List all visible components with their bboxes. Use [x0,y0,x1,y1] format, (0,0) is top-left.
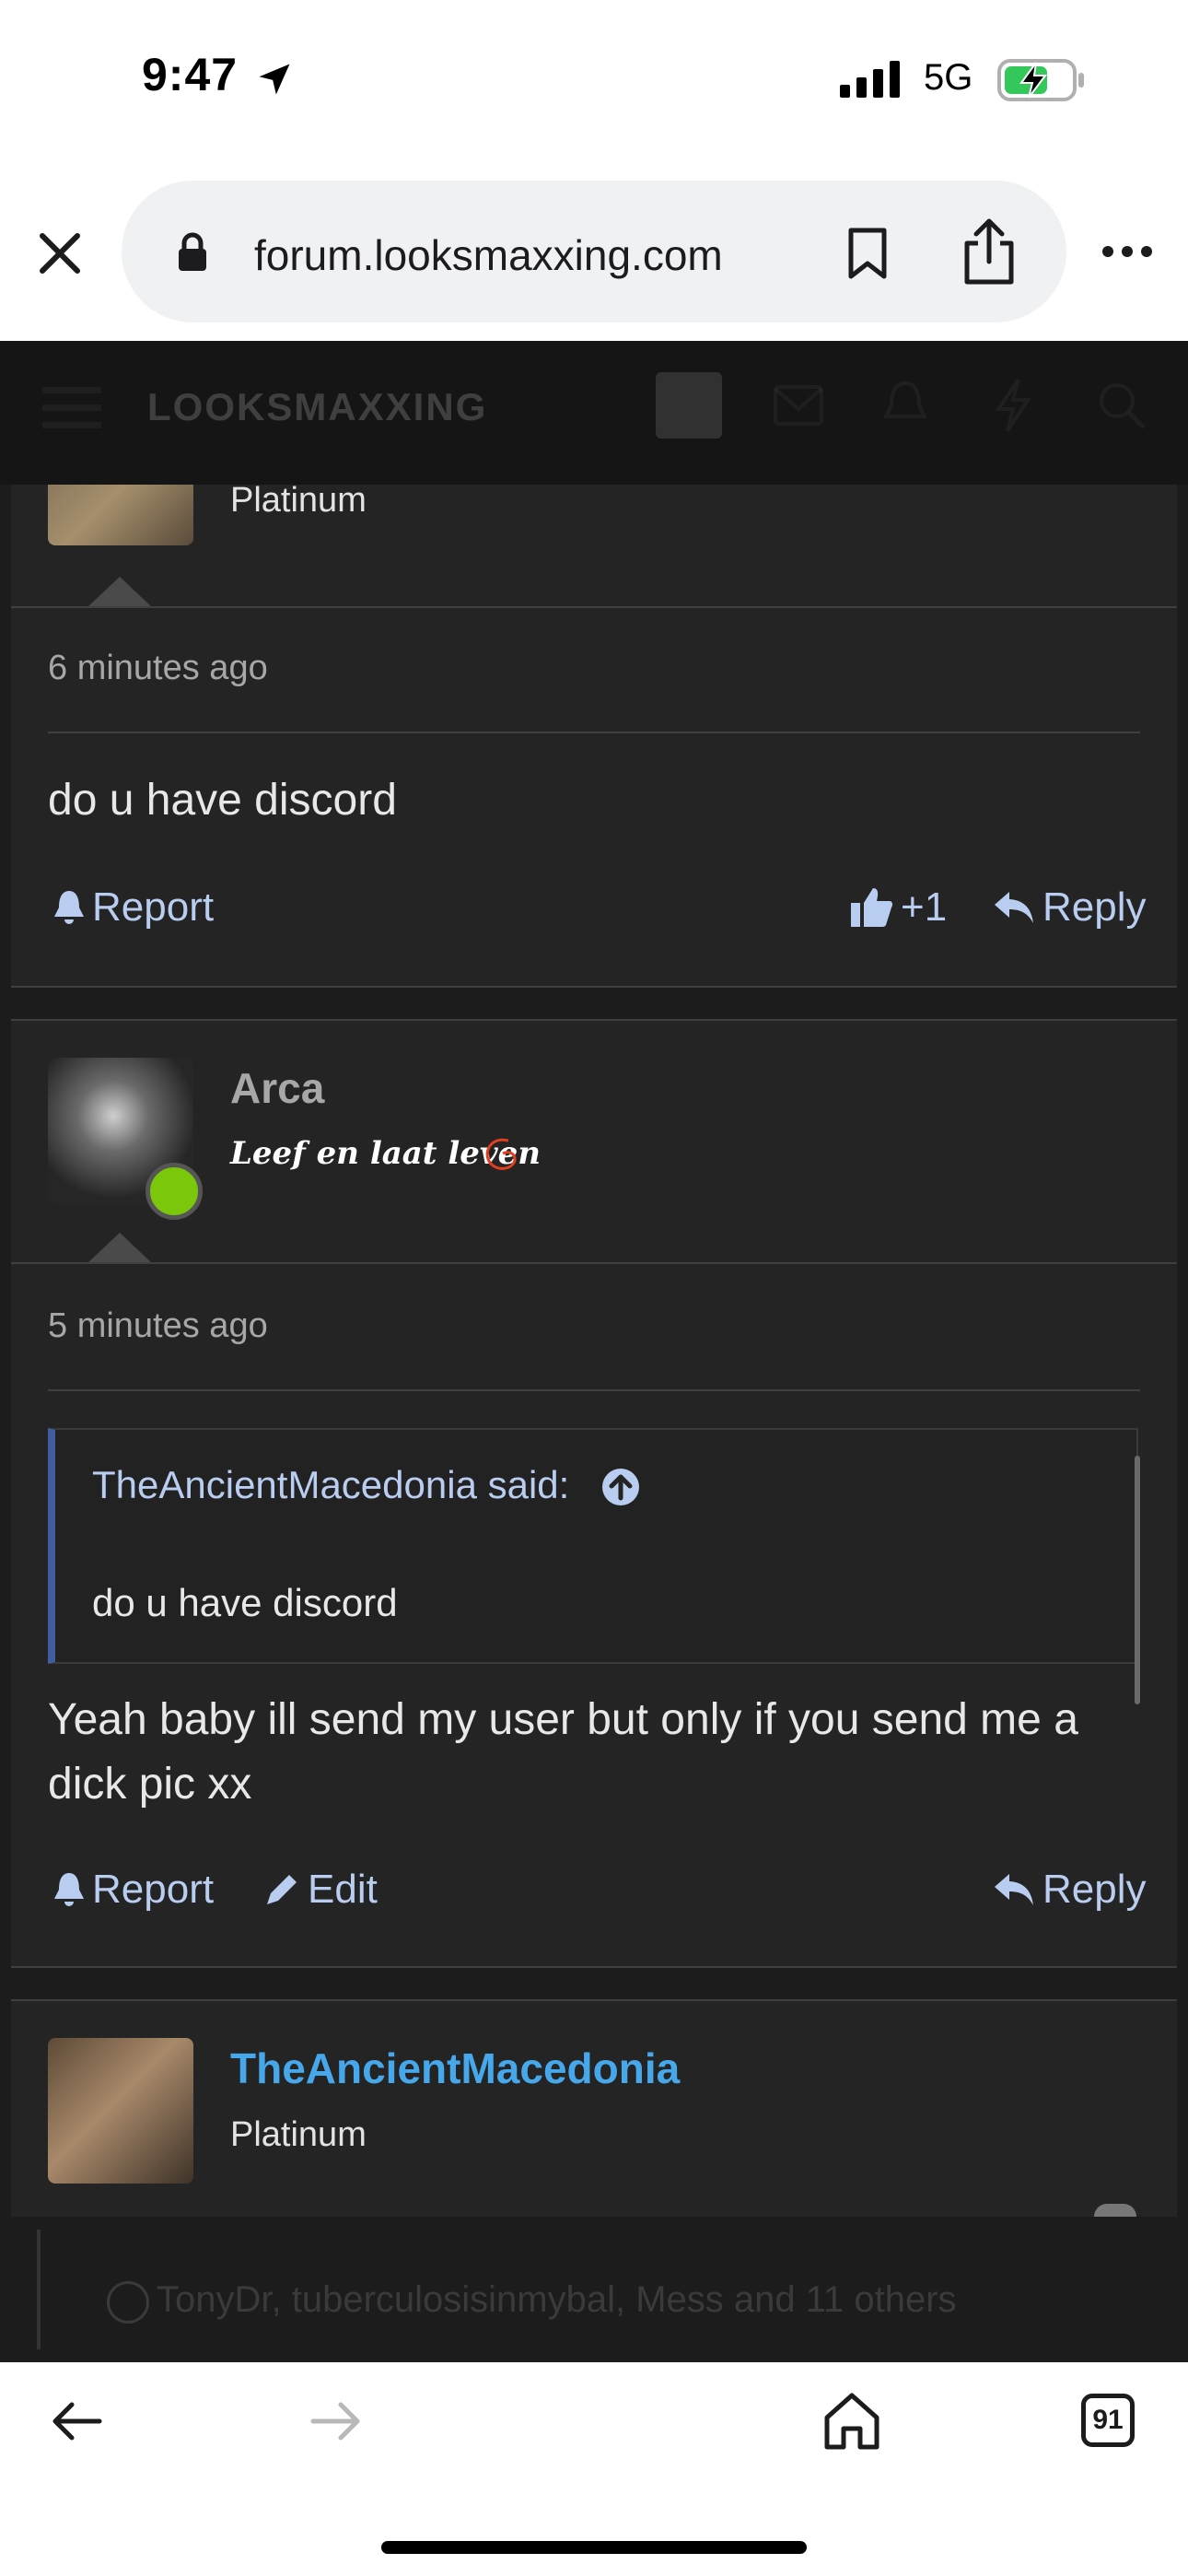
reply-label: Reply [1042,1867,1147,1912]
url-text[interactable]: forum.looksmaxxing.com [254,230,723,280]
divider [11,1999,1177,2001]
back-arrow-icon[interactable] [52,2401,103,2441]
reply-icon [995,1874,1033,1905]
thread-card [11,485,1177,2217]
swirl-icon [485,1138,517,1170]
divider [11,1262,1177,1264]
post-body: Yeah baby ill send my user but only if y… [48,1695,1078,1809]
divider [48,1389,1140,1391]
scrollbar[interactable] [1135,1456,1140,1704]
lock-icon [179,232,206,271]
status-time: 9:47 [142,49,239,100]
divider [11,1019,1177,1021]
mail-icon[interactable] [774,385,823,426]
reply-button[interactable]: Reply [993,884,1147,931]
network-type: 5G [924,57,973,98]
edit-button[interactable]: Edit [263,1867,378,1913]
edit-label: Edit [308,1867,378,1912]
pencil-icon [267,1875,297,1904]
home-icon[interactable] [823,2392,880,2451]
avatar[interactable] [48,2038,193,2184]
reply-button[interactable]: Reply [993,1867,1147,1913]
close-icon[interactable] [37,230,83,276]
reply-label: Reply [1042,884,1147,930]
quote-author[interactable]: TheAncientMacedonia said: [92,1463,569,1507]
report-label: Report [92,1867,215,1912]
thumbs-up-icon [851,888,893,927]
reply-icon [995,892,1033,923]
more-icon[interactable] [1101,245,1153,258]
report-button[interactable]: Report [53,1867,214,1913]
search-icon[interactable] [1098,381,1146,429]
divider [48,732,1140,733]
forward-arrow-icon[interactable] [309,2401,361,2441]
menu-icon[interactable] [42,385,101,431]
user-title: Platinum [230,481,367,520]
bookmark-icon[interactable] [847,227,888,280]
reaction-count: +1 [901,884,948,930]
post-separator [11,988,1177,1019]
bolt-icon[interactable] [995,378,1031,433]
post-time[interactable]: 6 minutes ago [48,649,268,688]
post-body: do u have discord [48,776,397,825]
report-button[interactable]: Report [53,884,214,931]
post-separator [11,1968,1177,1999]
site-header: LOOKSMAXXING [0,341,1188,485]
home-indicator [381,2541,807,2554]
bell-icon [54,891,84,924]
divider [11,606,1177,608]
site-logo[interactable]: LOOKSMAXXING [147,385,487,429]
signal-bars-icon [840,61,900,98]
like-button[interactable]: +1 [849,884,947,931]
quote-text: do u have discord [92,1581,398,1624]
username[interactable]: TheAncientMacedonia [230,2043,680,2093]
reactions-text[interactable]: TonyDr, tuberculosisinmybal, Mess and 11… [157,2279,957,2321]
online-status-dot [146,1163,203,1220]
tabs-button[interactable]: 91 [1081,2394,1135,2447]
share-icon[interactable] [961,217,1017,286]
user-title: Platinum [230,2115,367,2154]
post-divider-arrow [87,1233,153,1264]
username[interactable]: Arca [230,1063,324,1113]
bell-icon [54,1873,84,1906]
reaction-icon [107,2281,149,2324]
battery-charging-icon [997,59,1084,101]
close-icon[interactable] [1094,2204,1136,2217]
report-label: Report [92,884,215,930]
avatar[interactable] [656,372,722,439]
bell-icon[interactable] [884,380,926,431]
arrow-up-circle-icon[interactable] [600,1467,641,1507]
post-divider-arrow [87,577,153,608]
post-time[interactable]: 5 minutes ago [48,1306,268,1346]
location-arrow-icon [259,64,290,95]
